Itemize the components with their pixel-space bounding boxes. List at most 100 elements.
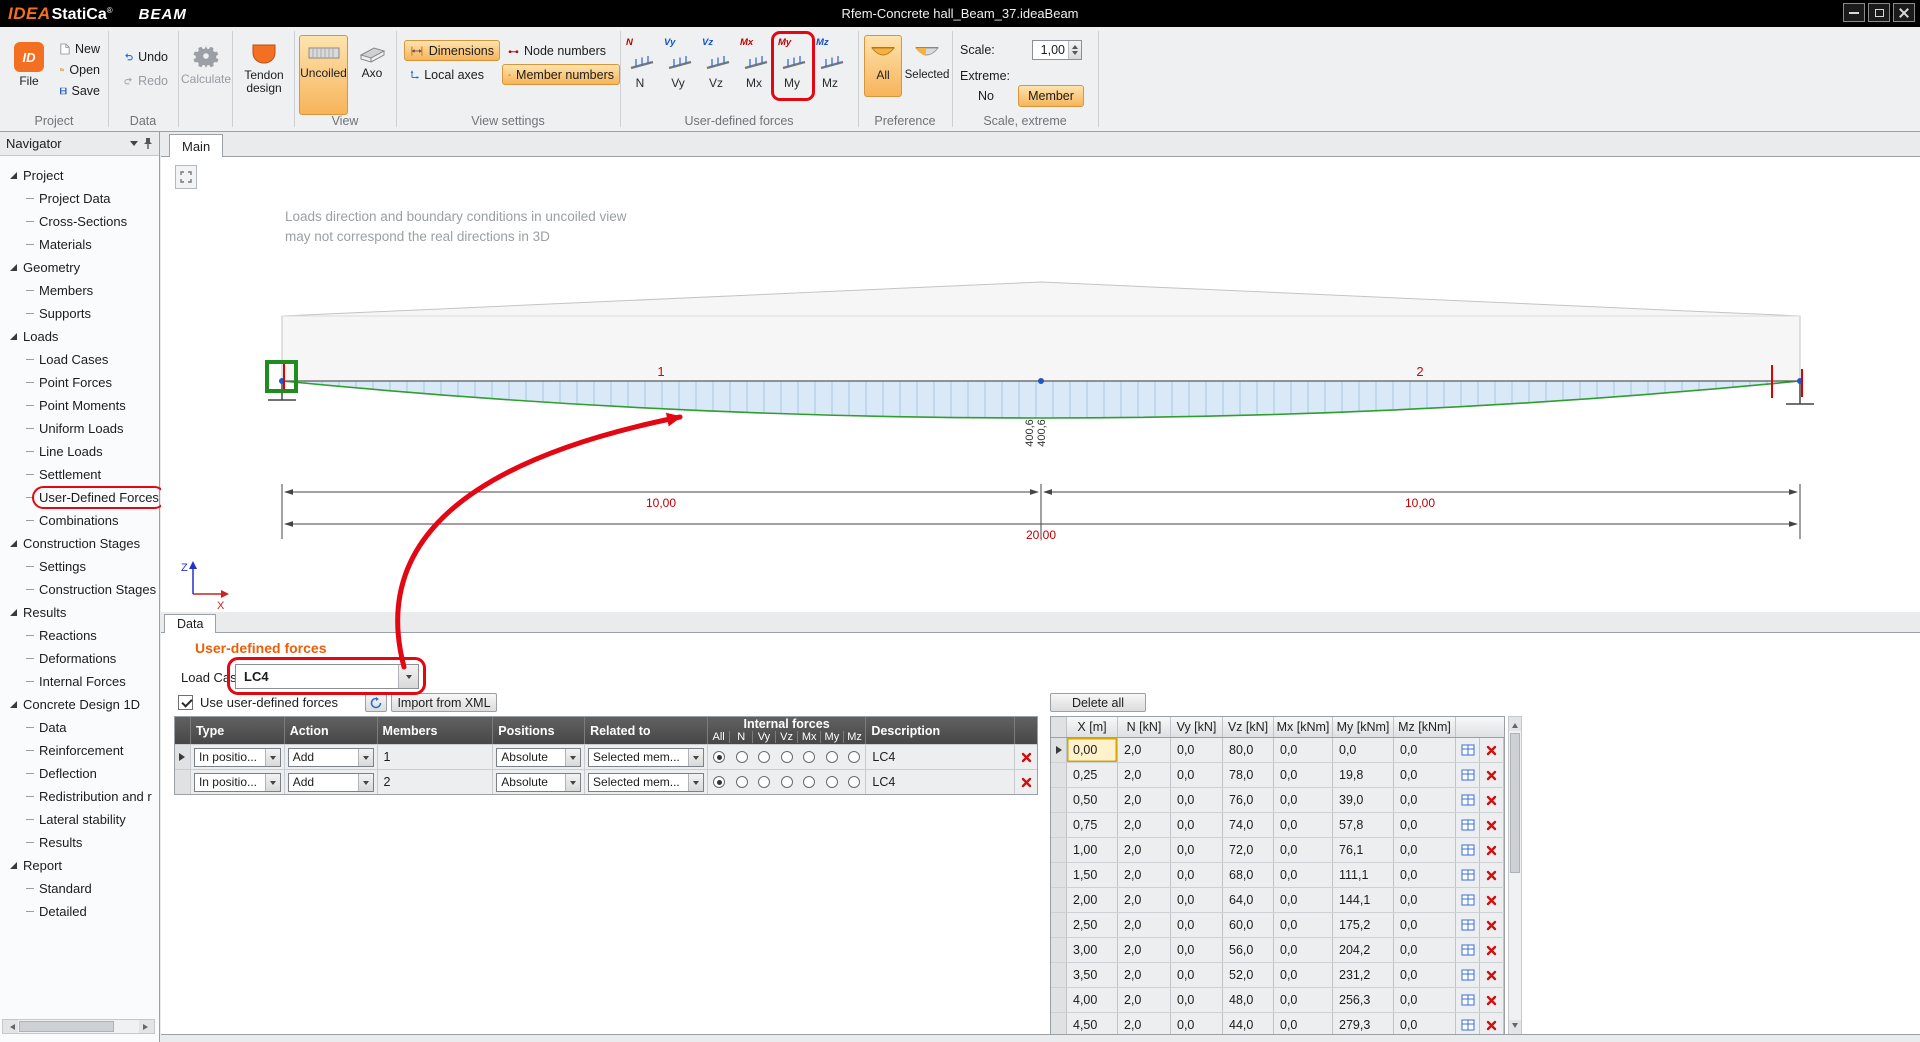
row-delete-button[interactable]: [1480, 1013, 1504, 1035]
force-radio-mx[interactable]: [803, 751, 815, 763]
value-cell[interactable]: 0,0: [1394, 763, 1456, 787]
value-cell[interactable]: 3,00: [1067, 938, 1118, 962]
type-dropdown[interactable]: In positio...: [194, 748, 281, 767]
force-radio-n[interactable]: [736, 776, 748, 788]
value-cell[interactable]: 0,0: [1171, 763, 1223, 787]
row-table-button[interactable]: [1456, 888, 1480, 912]
row-delete-button[interactable]: [1480, 813, 1504, 837]
value-cell[interactable]: 0,0: [1171, 1013, 1223, 1035]
use-udf-checkbox[interactable]: [178, 695, 193, 710]
expander-icon[interactable]: [10, 172, 17, 179]
value-cell[interactable]: 0,0: [1394, 738, 1456, 762]
udf-mx-button[interactable]: MxMx: [736, 35, 772, 97]
extreme-member-button[interactable]: Member: [1018, 85, 1084, 107]
value-cell[interactable]: 2,0: [1118, 763, 1171, 787]
row-table-button[interactable]: [1456, 763, 1480, 787]
row-delete-button[interactable]: [1480, 938, 1504, 962]
row-delete-button[interactable]: [1480, 763, 1504, 787]
expander-icon[interactable]: [10, 540, 17, 547]
column-header-internal-forces[interactable]: Internal forces AllNVyVzMxMyMz: [708, 717, 867, 744]
value-cell[interactable]: 0,0: [1274, 913, 1333, 937]
tendon-design-button[interactable]: Tendon design: [237, 35, 291, 115]
open-button[interactable]: Open: [54, 60, 106, 79]
nav-item-materials[interactable]: Materials: [0, 233, 159, 256]
value-cell[interactable]: 2,0: [1118, 788, 1171, 812]
row-table-button[interactable]: [1456, 1013, 1480, 1035]
nav-item-uniform-loads[interactable]: Uniform Loads: [0, 417, 159, 440]
value-cell[interactable]: 144,1: [1333, 888, 1394, 912]
column-header-mz-knm[interactable]: Mz [kNm]: [1394, 717, 1456, 737]
nav-item-cross-sections[interactable]: Cross-Sections: [0, 210, 159, 233]
value-cell[interactable]: 2,0: [1118, 813, 1171, 837]
value-cell[interactable]: 175,2: [1333, 913, 1394, 937]
force-radio-my[interactable]: [826, 776, 838, 788]
value-cell[interactable]: 74,0: [1223, 813, 1274, 837]
scrollbar-thumb[interactable]: [19, 1021, 114, 1032]
value-cell[interactable]: 72,0: [1223, 838, 1274, 862]
positions-dropdown[interactable]: Absolute: [496, 748, 581, 767]
value-cell[interactable]: 2,0: [1118, 988, 1171, 1012]
nav-item-supports[interactable]: Supports: [0, 302, 159, 325]
force-radio-vy[interactable]: [758, 751, 770, 763]
value-cell[interactable]: 0,0: [1171, 788, 1223, 812]
force-radio-vz[interactable]: [781, 776, 793, 788]
expander-icon[interactable]: [10, 264, 17, 271]
value-cell[interactable]: 0,0: [1394, 938, 1456, 962]
force-radio-my[interactable]: [826, 751, 838, 763]
nav-item-standard[interactable]: Standard: [0, 877, 159, 900]
related-to-dropdown[interactable]: Selected mem...: [588, 748, 704, 767]
value-cell[interactable]: 64,0: [1223, 888, 1274, 912]
value-cell[interactable]: 256,3: [1333, 988, 1394, 1012]
nav-item-reinforcement[interactable]: Reinforcement: [0, 739, 159, 762]
row-delete-button[interactable]: [1480, 738, 1504, 762]
calculate-button[interactable]: Calculate: [183, 35, 229, 115]
nav-item-construction-stages[interactable]: Construction Stages: [0, 578, 159, 601]
member-numbers-toggle[interactable]: Member numbers: [502, 64, 620, 85]
row-table-button[interactable]: [1456, 738, 1480, 762]
value-cell[interactable]: 0,0: [1394, 913, 1456, 937]
delete-all-button[interactable]: Delete all: [1050, 693, 1146, 712]
nav-item-concrete-design-1d[interactable]: Concrete Design 1D: [0, 693, 159, 716]
file-button[interactable]: ID File: [8, 35, 50, 113]
row-delete-button[interactable]: [1480, 963, 1504, 987]
nav-item-internal-forces[interactable]: Internal Forces: [0, 670, 159, 693]
row-table-button[interactable]: [1456, 938, 1480, 962]
description-value[interactable]: LC4: [866, 775, 895, 789]
value-cell[interactable]: 0,0: [1274, 738, 1333, 762]
value-cell[interactable]: 0,0: [1394, 1013, 1456, 1035]
value-cell[interactable]: 2,0: [1118, 888, 1171, 912]
value-cell[interactable]: 0,0: [1274, 938, 1333, 962]
nav-item-settlement[interactable]: Settlement: [0, 463, 159, 486]
nav-item-point-moments[interactable]: Point Moments: [0, 394, 159, 417]
value-cell[interactable]: 52,0: [1223, 963, 1274, 987]
save-button[interactable]: Save: [54, 81, 106, 100]
value-cell[interactable]: 0,75: [1067, 813, 1118, 837]
scale-value[interactable]: 1,00: [1033, 41, 1068, 59]
value-cell[interactable]: 0,0: [1274, 963, 1333, 987]
undo-button[interactable]: Undo: [118, 47, 174, 66]
column-header-vy-kn[interactable]: Vy [kN]: [1171, 717, 1223, 737]
force-radio-all[interactable]: [713, 751, 725, 763]
nav-item-lateral-stability[interactable]: Lateral stability: [0, 808, 159, 831]
value-cell[interactable]: 2,0: [1118, 1013, 1171, 1035]
value-cell[interactable]: 0,0: [1171, 838, 1223, 862]
value-cell[interactable]: 0,00: [1067, 738, 1118, 762]
value-cell[interactable]: 0,0: [1394, 888, 1456, 912]
value-cell[interactable]: 0,0: [1394, 838, 1456, 862]
maximize-button[interactable]: [1868, 3, 1890, 22]
value-cell[interactable]: 0,0: [1394, 963, 1456, 987]
nav-item-reactions[interactable]: Reactions: [0, 624, 159, 647]
nav-item-project-data[interactable]: Project Data: [0, 187, 159, 210]
column-header-n-kn[interactable]: N [kN]: [1118, 717, 1171, 737]
expander-icon[interactable]: [10, 609, 17, 616]
column-header-mx-knm[interactable]: Mx [kNm]: [1274, 717, 1333, 737]
force-radio-mz[interactable]: [848, 751, 860, 763]
value-cell[interactable]: 2,0: [1118, 913, 1171, 937]
scale-spinner[interactable]: 1,00: [1032, 40, 1082, 60]
value-cell[interactable]: 1,00: [1067, 838, 1118, 862]
column-header-type[interactable]: Type: [191, 717, 285, 744]
description-value[interactable]: LC4: [866, 750, 895, 764]
redo-button[interactable]: Redo: [118, 71, 174, 90]
import-xml-button[interactable]: Import from XML: [391, 693, 497, 712]
nav-item-construction-stages[interactable]: Construction Stages: [0, 532, 159, 555]
